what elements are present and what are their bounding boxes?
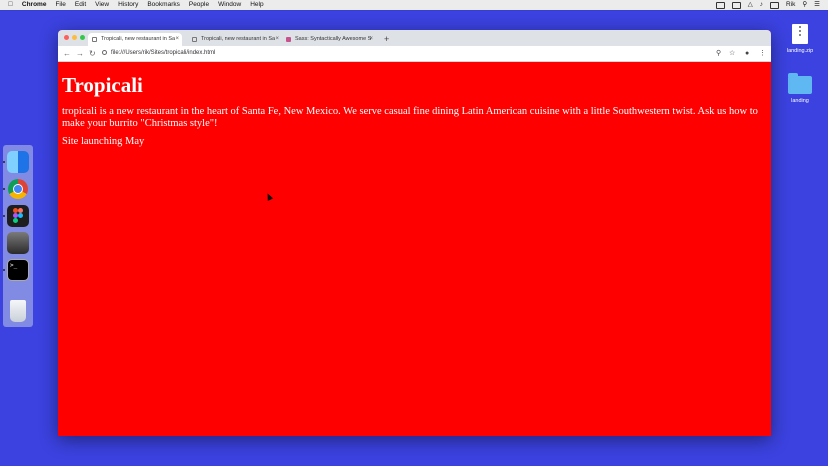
keynote-icon[interactable] <box>7 232 29 254</box>
page-title: Tropicali <box>62 73 143 97</box>
more-menu-icon[interactable]: ⋮ <box>759 48 766 59</box>
minimize-window-button[interactable] <box>72 35 77 40</box>
running-indicator <box>3 269 5 271</box>
menu-user[interactable]: Rik <box>786 0 795 10</box>
browser-window: Tropicali, new restaurant in Sa × Tropic… <box>58 30 771 436</box>
menu-app-chrome[interactable]: Chrome <box>22 0 47 10</box>
running-indicator <box>3 215 5 217</box>
profile-avatar-icon[interactable]: ● <box>745 48 749 59</box>
tab-title: Sass: Syntactically Awesome S <box>295 36 372 42</box>
macos-menubar:  Chrome File Edit View History Bookmark… <box>0 0 828 10</box>
running-indicator <box>3 161 5 163</box>
menu-help[interactable]: Help <box>250 0 263 10</box>
figma-icon[interactable] <box>7 205 29 227</box>
apple-icon[interactable]:  <box>8 0 13 10</box>
intro-paragraph: tropicali is a new restaurant in the hea… <box>62 106 758 129</box>
reload-icon[interactable]: ↻ <box>89 48 96 59</box>
notification-center-icon[interactable]: ☰ <box>814 0 820 10</box>
close-tab-icon[interactable]: × <box>275 33 279 46</box>
volume-icon[interactable]: ♪ <box>760 0 763 10</box>
desktop-icon-label: landing.zip <box>786 48 814 54</box>
dock: >_ <box>3 145 33 327</box>
desktop-folder-landing[interactable]: landing <box>780 73 820 104</box>
tab-sass[interactable]: Sass: Syntactically Awesome S × <box>282 33 376 46</box>
menu-people[interactable]: People <box>189 0 209 10</box>
forward-arrow-icon[interactable]: → <box>76 48 84 59</box>
folder-icon <box>788 73 812 94</box>
browser-toolbar: ← → ↻ file:///Users/rik/Sites/tropicali/… <box>58 46 771 62</box>
chrome-icon[interactable] <box>7 178 29 200</box>
tab-strip: Tropicali, new restaurant in Sa × Tropic… <box>58 30 771 46</box>
wifi-icon[interactable]: △ <box>748 0 753 10</box>
tab-tropicali[interactable]: Tropicali, new restaurant in Sa × <box>188 33 282 46</box>
close-tab-icon[interactable]: × <box>369 33 373 46</box>
zoom-magnifier-icon[interactable]: ⚲ <box>716 48 721 59</box>
page-content: Tropicali tropicali is a new restaurant … <box>58 62 771 436</box>
tab-title: Tropicali, new restaurant in Sa <box>201 36 276 42</box>
bookmark-star-icon[interactable]: ☆ <box>729 48 735 59</box>
menu-view[interactable]: View <box>95 0 109 10</box>
menu-file[interactable]: File <box>55 0 65 10</box>
screen-record-icon[interactable] <box>715 1 725 9</box>
page-favicon-icon <box>92 37 97 42</box>
sass-favicon-icon <box>286 37 291 42</box>
terminal-icon[interactable]: >_ <box>7 259 29 281</box>
menu-edit[interactable]: Edit <box>75 0 86 10</box>
spotlight-search-icon[interactable]: ⚲ <box>802 0 807 10</box>
info-icon[interactable] <box>102 49 107 55</box>
address-bar[interactable]: file:///Users/rik/Sites/tropicali/index.… <box>102 48 752 59</box>
menu-window[interactable]: Window <box>218 0 241 10</box>
close-tab-icon[interactable]: × <box>175 33 179 46</box>
tab-title: Tropicali, new restaurant in Sa <box>101 36 176 42</box>
trash-icon[interactable] <box>10 300 26 322</box>
display-icon[interactable] <box>731 1 741 9</box>
url-text: file:///Users/rik/Sites/tropicali/index.… <box>111 50 216 56</box>
page-favicon-icon <box>192 37 197 42</box>
close-window-button[interactable] <box>64 35 69 40</box>
zip-file-icon <box>792 24 808 44</box>
desktop-icon-label: landing <box>791 98 809 104</box>
back-arrow-icon[interactable]: ← <box>63 48 71 59</box>
menu-bookmarks[interactable]: Bookmarks <box>147 0 180 10</box>
battery-icon[interactable] <box>770 1 780 9</box>
finder-icon[interactable] <box>7 151 29 173</box>
new-tab-button[interactable]: + <box>384 33 389 46</box>
launch-notice: Site launching May <box>62 136 145 147</box>
zoom-window-button[interactable] <box>80 35 85 40</box>
tab-tropicali-active[interactable]: Tropicali, new restaurant in Sa × <box>88 33 182 46</box>
desktop-file-landing-zip[interactable]: landing.zip <box>780 24 820 54</box>
running-indicator <box>3 188 5 190</box>
menu-history[interactable]: History <box>118 0 138 10</box>
